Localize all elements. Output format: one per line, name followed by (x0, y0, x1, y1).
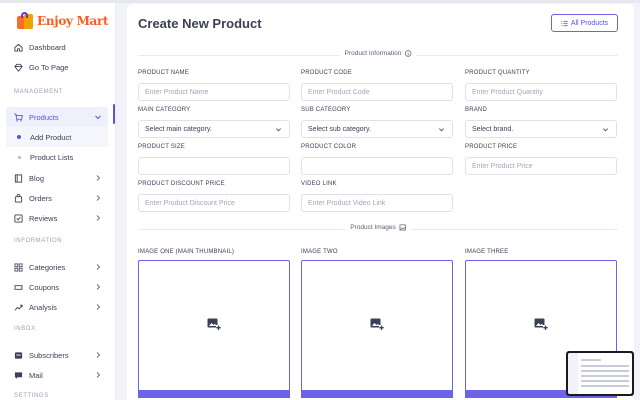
video-link-input[interactable]: Enter Product Video Link (301, 194, 453, 212)
chevron-down-icon (603, 128, 608, 132)
product-discount-price-input[interactable]: Enter Product Discount Price (138, 194, 290, 212)
image-icon (399, 224, 406, 231)
sidebar-item-orders[interactable]: Orders (6, 188, 108, 208)
cart-icon (14, 112, 23, 122)
add-image-icon (370, 318, 384, 330)
product-name-field: PRODUCT NAME Enter Product Name (138, 69, 290, 101)
section-label-information: INFORMATION (14, 238, 63, 244)
chevron-right-icon (96, 352, 101, 358)
image-one-upload: IMAGE ONE (MAIN THUMBNAIL) (138, 248, 290, 398)
grid-icon (14, 262, 23, 272)
main-category-select[interactable]: Select main category. (138, 120, 290, 138)
chevron-right-icon (96, 372, 101, 378)
subscribers-icon (14, 351, 23, 360)
brand-select[interactable]: Select brand. (465, 120, 617, 138)
section-label-inbox: INBOX (14, 326, 36, 332)
chevron-down-icon (439, 128, 444, 132)
active-indicator (113, 104, 115, 124)
shopping-bag-logo-icon (16, 12, 34, 30)
sidebar-item-products[interactable]: Products (6, 107, 108, 127)
brand[interactable]: Enjoy Mart (16, 11, 109, 31)
product-price-field: PRODUCT PRICE Enter Product Price (465, 143, 617, 175)
sidebar-item-coupons[interactable]: Coupons (6, 277, 108, 297)
product-name-input[interactable]: Enter Product Name (138, 83, 290, 101)
image-two-dropzone[interactable] (301, 260, 453, 393)
product-size-input[interactable] (138, 157, 290, 175)
sidebar-item-subscribers[interactable]: Subscribers (6, 345, 108, 365)
product-code-field: PRODUCT CODE Enter Product Code (301, 69, 453, 101)
sidebar: Enjoy Mart Dashboard Go To Page MANAGEME… (0, 3, 116, 400)
product-quantity-input[interactable]: Enter Product Quantity (465, 83, 617, 101)
sub-category-select[interactable]: Select sub category. (301, 120, 453, 138)
sidebar-item-blog[interactable]: Blog (6, 168, 108, 188)
product-discount-price-field: PRODUCT DISCOUNT PRICE Enter Product Dis… (138, 180, 290, 212)
mail-icon (14, 371, 23, 380)
video-link-field: VIDEO LINK Enter Product Video Link (301, 180, 453, 212)
product-size-field: PRODUCT SIZE (138, 143, 290, 175)
book-icon (14, 173, 23, 183)
sidebar-item-mail[interactable]: Mail (6, 365, 108, 385)
brand-name: Enjoy Mart (37, 14, 109, 28)
add-image-icon (207, 318, 221, 330)
chevron-right-icon (96, 264, 101, 270)
image-one-dropzone[interactable] (138, 260, 290, 393)
sidebar-item-analysis[interactable]: Analysis (6, 297, 108, 317)
diamond-icon (14, 63, 23, 72)
screenshot-preview-thumbnail[interactable] (566, 351, 634, 396)
add-image-icon (534, 318, 548, 330)
main-category-field: MAIN CATEGORY Select main category. (138, 106, 290, 138)
section-divider-info: Product Information (138, 50, 618, 60)
image-two-footer-bar (301, 390, 453, 398)
image-one-footer-bar (138, 390, 290, 398)
chevron-right-icon (96, 284, 101, 290)
product-color-input[interactable] (301, 157, 453, 175)
page-title: Create New Product (138, 16, 262, 31)
create-product-card: Create New Product All Products Product … (127, 4, 634, 400)
chevron-right-icon (96, 304, 101, 310)
sidebar-item-dashboard[interactable]: Dashboard (6, 37, 108, 57)
product-quantity-field: PRODUCT QUANTITY Enter Product Quantity (465, 69, 617, 101)
sidebar-item-go-to-page[interactable]: Go To Page (6, 57, 108, 77)
sidebar-item-reviews[interactable]: Reviews (6, 208, 108, 228)
bullet-icon (17, 155, 21, 159)
section-divider-images: Product Images (138, 224, 618, 234)
section-label-settings: SETTINGS (14, 393, 49, 399)
list-icon (561, 20, 568, 26)
chevron-down-icon (95, 115, 101, 120)
product-color-field: PRODUCT COLOR (301, 143, 453, 175)
image-two-upload: IMAGE TWO (301, 248, 453, 398)
all-products-button[interactable]: All Products (551, 14, 618, 32)
chevron-right-icon (96, 175, 101, 181)
ticket-icon (14, 283, 23, 292)
brand-field: BRAND Select brand. (465, 106, 617, 138)
review-icon (14, 213, 23, 223)
product-price-input[interactable]: Enter Product Price (465, 157, 617, 175)
bag-icon (14, 193, 23, 203)
chevron-down-icon (276, 128, 281, 132)
active-dot-icon (17, 135, 21, 139)
sidebar-item-product-lists[interactable]: Product Lists (6, 147, 108, 167)
info-icon (404, 50, 412, 57)
sidebar-item-add-product[interactable]: Add Product (6, 127, 108, 147)
product-code-input[interactable]: Enter Product Code (301, 83, 453, 101)
section-label-management: MANAGEMENT (14, 89, 64, 95)
chevron-right-icon (96, 195, 101, 201)
chevron-right-icon (96, 215, 101, 221)
chart-icon (14, 303, 23, 312)
sidebar-item-categories[interactable]: Categories (6, 257, 108, 277)
sub-category-field: SUB CATEGORY Select sub category. (301, 106, 453, 138)
home-icon (14, 43, 23, 52)
